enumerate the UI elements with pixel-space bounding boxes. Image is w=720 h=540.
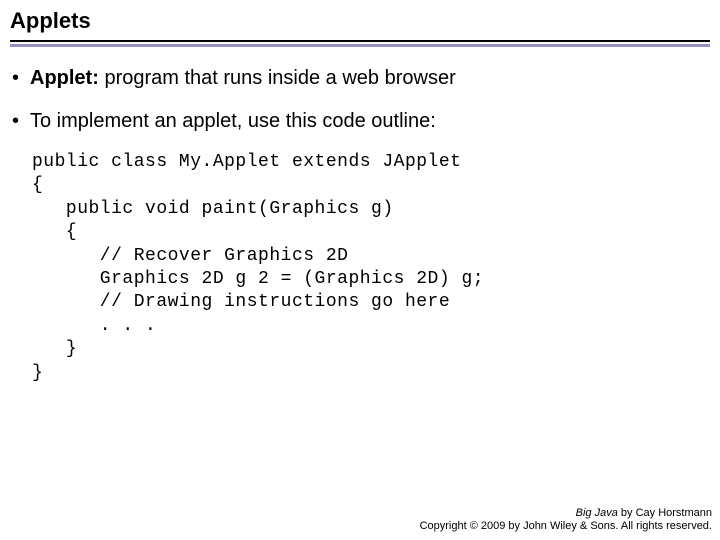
slide-title: Applets <box>10 8 710 38</box>
slide-footer: Big Java by Cay Horstmann Copyright © 20… <box>420 507 712 535</box>
bullet-text: To implement an applet, use this code ou… <box>30 108 710 135</box>
slide: Applets • Applet: program that runs insi… <box>0 0 720 385</box>
bullet-item: • To implement an applet, use this code … <box>12 108 710 135</box>
footer-book-title: Big Java <box>576 507 618 519</box>
bullet-dot: • <box>12 65 30 92</box>
footer-copyright: Copyright © 2009 by John Wiley & Sons. A… <box>420 520 712 534</box>
bullet-dot: • <box>12 108 30 135</box>
bullet-term: Applet: <box>30 67 99 89</box>
title-divider <box>10 40 710 47</box>
bullet-text: program that runs inside a web browser <box>99 67 456 89</box>
bullet-item: • Applet: program that runs inside a web… <box>12 65 710 92</box>
footer-author: by Cay Horstmann <box>618 507 712 519</box>
code-block: public class My.Applet extends JApplet {… <box>10 151 710 385</box>
bullet-list: • Applet: program that runs inside a web… <box>10 65 710 135</box>
